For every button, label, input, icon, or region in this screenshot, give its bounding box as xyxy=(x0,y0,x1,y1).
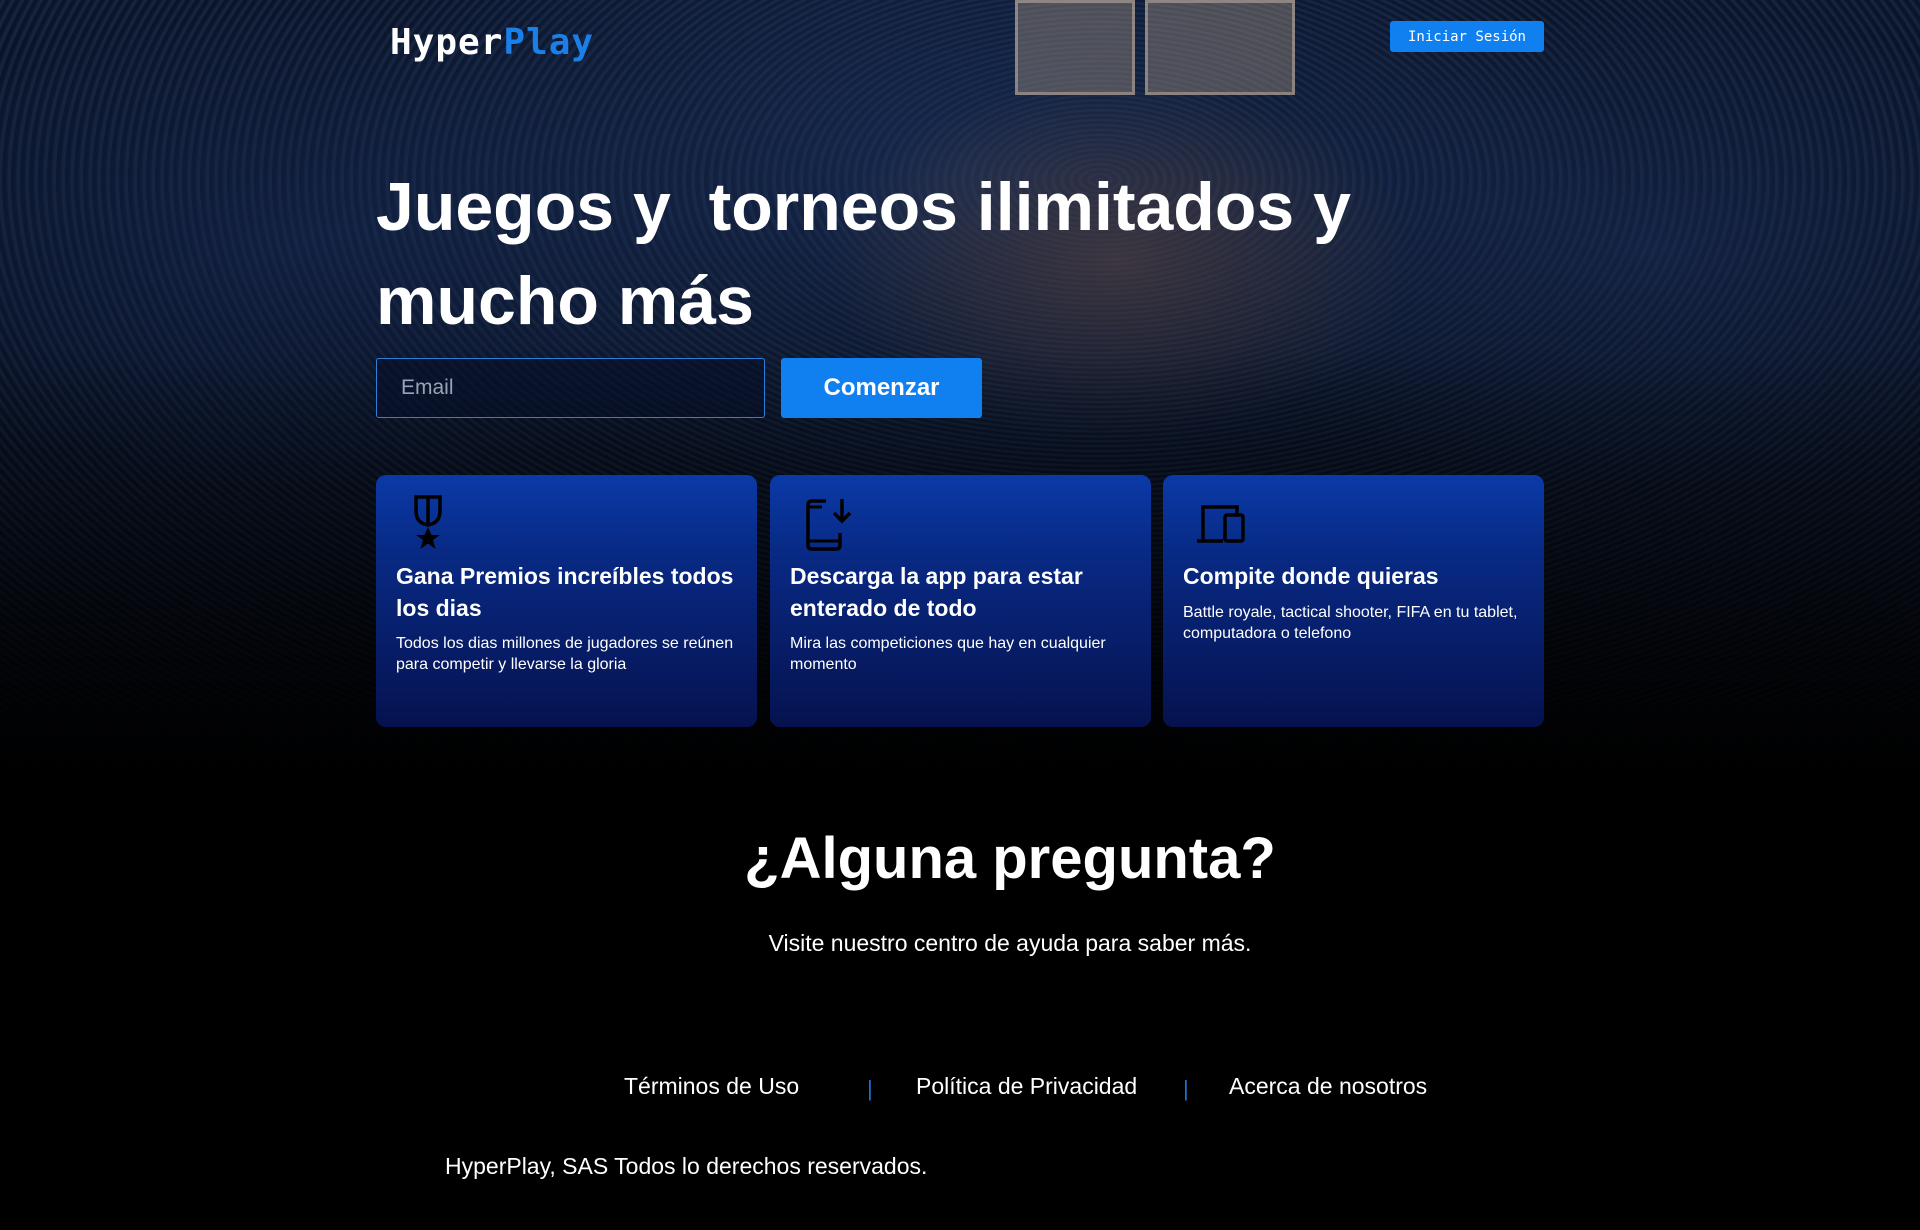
signin-button[interactable]: Iniciar Sesión xyxy=(1390,21,1544,52)
footer-link-privacy[interactable]: Política de Privacidad xyxy=(916,1073,1137,1100)
logo-text-play: Play xyxy=(503,22,595,63)
feature-card-prizes: Gana Premios increíbles todos los dias T… xyxy=(376,475,757,727)
devices-icon xyxy=(1197,505,1245,543)
questions-text: Visite nuestro centro de ayuda para sabe… xyxy=(768,930,1252,956)
email-input[interactable] xyxy=(376,358,765,418)
footer-separator: | xyxy=(867,1076,873,1101)
feature-text: Battle royale, tactical shooter, FIFA en… xyxy=(1183,604,1518,642)
footer-link-terms[interactable]: Términos de Uso xyxy=(624,1073,799,1100)
phone-download-icon xyxy=(806,499,852,551)
medal-star-icon xyxy=(414,495,442,549)
questions-title: ¿Alguna pregunta? xyxy=(744,826,1276,891)
logo-text-hyper: Hyper xyxy=(390,22,504,63)
hero-title: Juegos y torneos ilimitados y mucho más xyxy=(376,169,1370,339)
feature-card-devices: Compite donde quieras Battle royale, tac… xyxy=(1163,475,1544,727)
logo[interactable]: HyperPlay xyxy=(390,22,594,63)
feature-title: Descarga la app para estar enterado de t… xyxy=(790,563,1083,621)
feature-text: Todos los dias millones de jugadores se … xyxy=(396,635,734,673)
feature-card-app: Descarga la app para estar enterado de t… xyxy=(770,475,1151,727)
footer-link-about[interactable]: Acerca de nosotros xyxy=(1229,1073,1427,1100)
feature-text: Mira las competiciones que hay en cualqu… xyxy=(790,635,1106,673)
feature-title: Gana Premios increíbles todos los dias xyxy=(396,563,734,621)
landing-page: HyperPlay Iniciar Sesión Juegos y torneo… xyxy=(0,0,1920,1230)
start-button[interactable]: Comenzar xyxy=(781,358,982,418)
feature-title: Compite donde quieras xyxy=(1183,563,1439,589)
footer-separator: | xyxy=(1183,1076,1189,1101)
copyright-text: HyperPlay, SAS Todos lo derechos reserva… xyxy=(445,1153,928,1179)
